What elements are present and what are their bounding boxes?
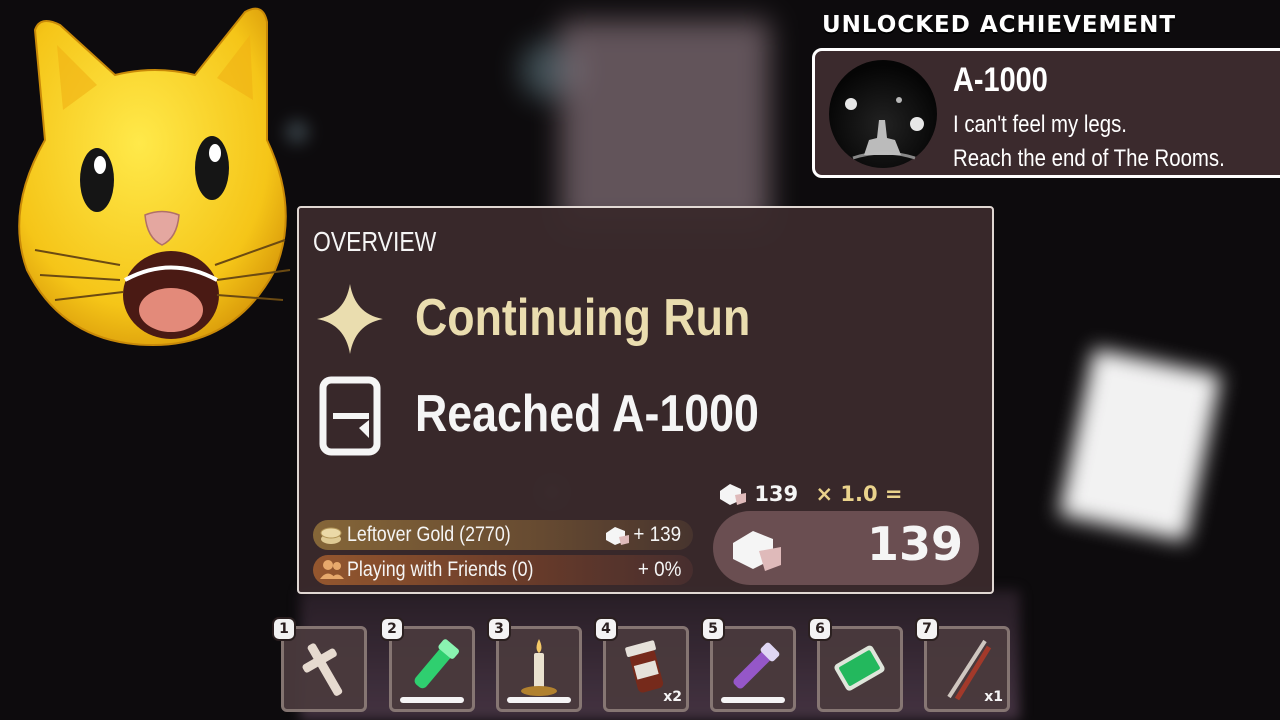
achievement-card: A-1000 I can't feel my legs. Reach the e… [812,48,1280,178]
background-light [1058,348,1222,542]
knobs-total: 139 [713,511,979,585]
bonus-label: Playing with Friends (0) [347,558,534,581]
bonus-label: Leftover Gold (2770) [347,523,511,546]
hotbar-slot-1[interactable]: 1 [272,617,367,712]
crucifix-icon [302,643,343,696]
continuing-run-label: Continuing Run [415,289,751,347]
achievement-description: I can't feel my legs. [953,111,1127,138]
achievement-requirement: Reach the end of The Rooms. [953,145,1225,172]
achievement-badge-icon [829,60,937,168]
knobs-total-value: 139 [866,517,963,571]
hotbar-slot-6[interactable]: 6 [808,617,903,712]
durability-bar [721,697,785,703]
hotbar-slot-5[interactable]: 5 [701,617,796,712]
knobs-icon [720,484,746,505]
knobs-base: 139 [754,482,799,506]
reached-door-label: Reached A-1000 [415,385,759,443]
achievement-header: UNLOCKED ACHIEVEMENT [822,12,1177,38]
bonus-value: + 139 [633,523,681,546]
achievement-name: A-1000 [953,61,1048,99]
item-count: x1 [984,689,1003,705]
hotbar-slot-7[interactable]: 7 x1 [915,617,1010,712]
knobs-calculation: 139 × 1.0 = [717,480,902,506]
durability-bar [400,697,464,703]
bonus-value: + 0% [637,558,681,581]
surprised-cat-emoji [18,7,291,347]
hotbar-slot-4[interactable]: 4 x2 [594,617,689,712]
item-count: x2 [663,689,682,705]
overview-panel: OVERVIEW Continuing Run Reached A-1000 L… [297,206,994,594]
durability-bar [507,697,571,703]
overview-title: OVERVIEW [313,226,437,257]
knobs-icon [733,531,781,571]
background-light [560,20,770,230]
hotbar-slot-2[interactable]: 2 [380,617,475,712]
friends-icon [320,560,344,579]
gold-coins-icon [320,527,342,544]
sparkle-icon [317,284,383,354]
door-icon [319,376,381,456]
leftover-gold-bonus: Leftover Gold (2770) + 139 [313,520,693,550]
knobs-icon [606,527,629,545]
hotbar-slot-3[interactable]: 3 [487,617,582,712]
green-battery-icon [834,645,885,691]
knobs-multiplier: × 1.0 = [815,482,903,506]
friends-bonus: Playing with Friends (0) + 0% [313,555,693,585]
